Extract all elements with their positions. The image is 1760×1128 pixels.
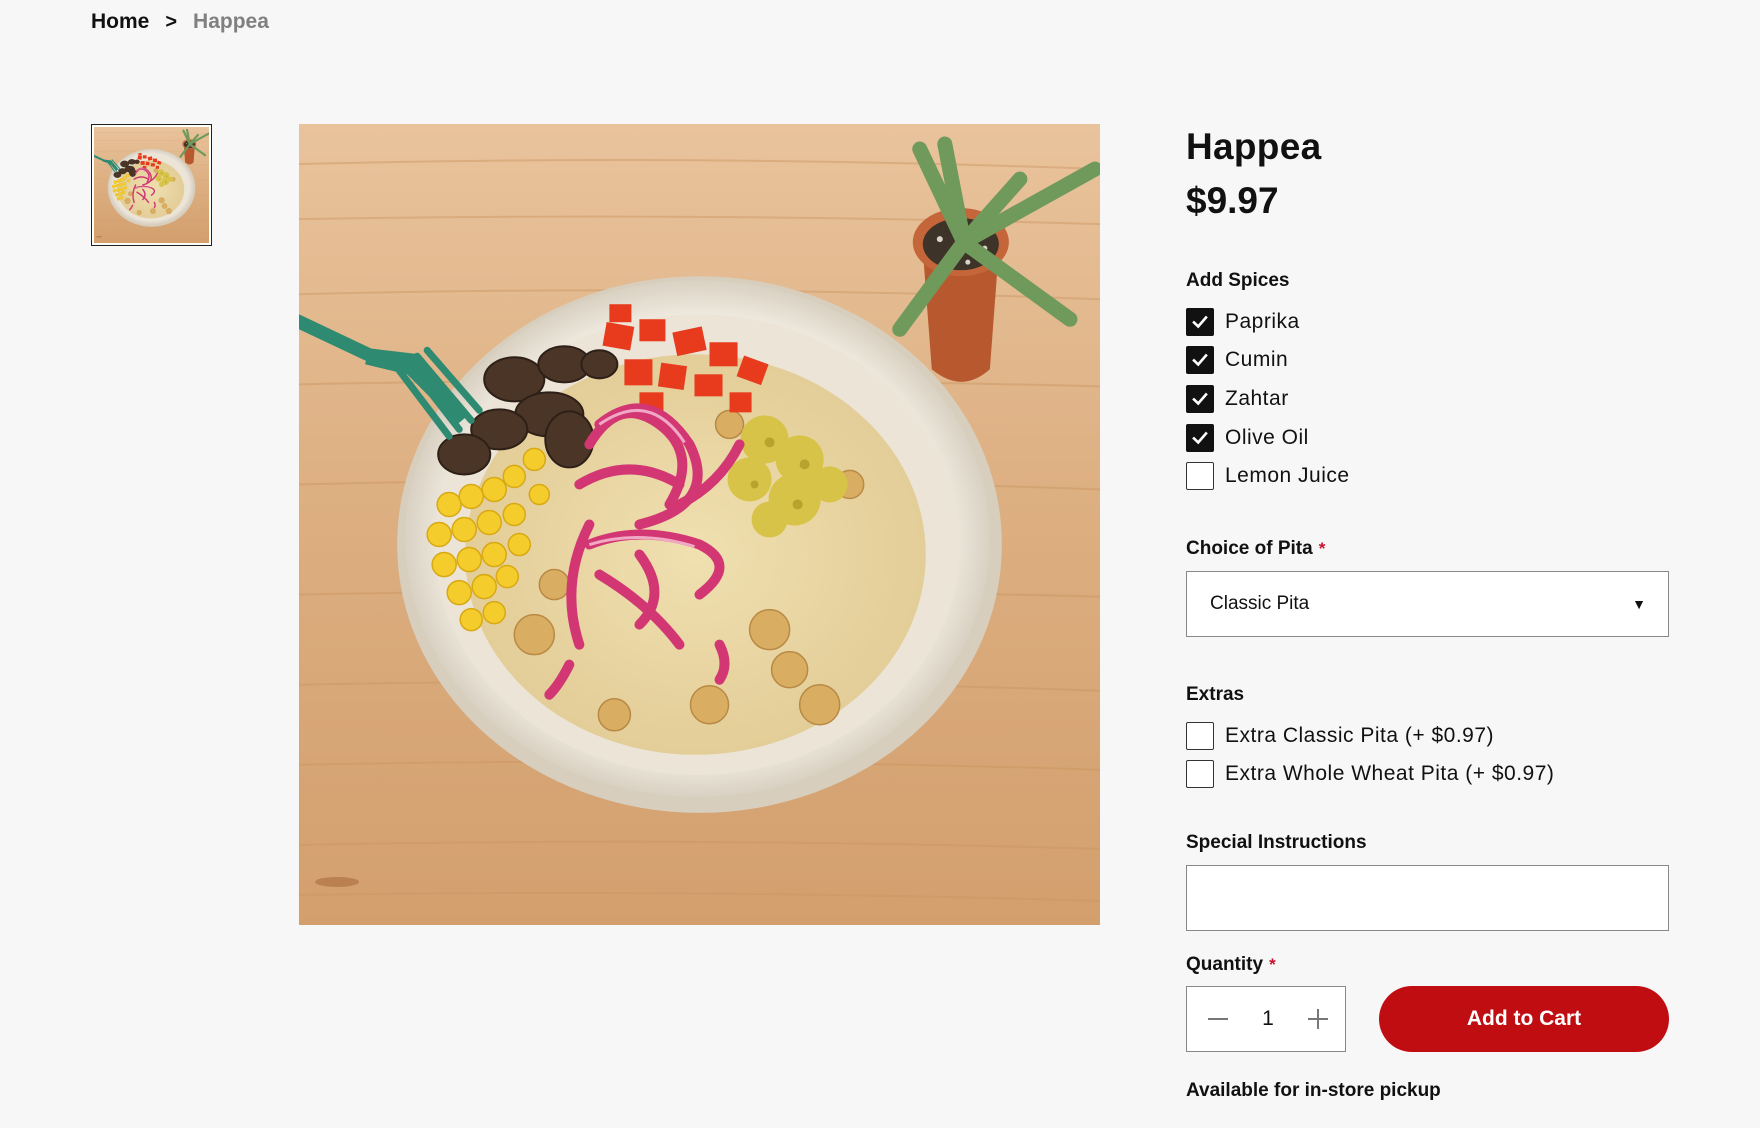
pita-selected-value: Classic Pita (1210, 593, 1310, 614)
add-to-cart-button[interactable]: Add to Cart (1379, 986, 1669, 1052)
spice-label-paprika: Paprika (1225, 309, 1300, 333)
pita-label: Choice of Pita * (1186, 538, 1669, 560)
check-icon (1192, 353, 1208, 367)
checkbox-extra-whole-wheat-pita[interactable] (1186, 760, 1214, 789)
checkbox-zahtar[interactable] (1186, 384, 1214, 413)
extra-option-classic-pita[interactable]: Extra Classic Pita (+ $0.97) (1186, 721, 1554, 750)
spice-option-zahtar[interactable]: Zahtar (1186, 384, 1350, 413)
product-thumbnail[interactable] (91, 124, 212, 246)
pita-label-text: Choice of Pita (1186, 538, 1313, 559)
spice-label-zahtar: Zahtar (1225, 386, 1289, 410)
instructions-label-text: Special Instructions (1186, 832, 1367, 853)
extras-label-text: Extras (1186, 684, 1245, 705)
product-page: Home > Happea Happea $9.97 Add Spices Pa… (0, 0, 1760, 1128)
spice-label-cumin: Cumin (1225, 348, 1289, 372)
thumbnail-image (94, 127, 209, 243)
pita-group: Choice of Pita * Classic Pita ▼ (1186, 538, 1669, 637)
quantity-label: Quantity * (1186, 954, 1669, 976)
spice-option-lemon-juice[interactable]: Lemon Juice (1186, 462, 1350, 491)
extra-label-whole-wheat-pita: Extra Whole Wheat Pita (+ $0.97) (1225, 762, 1555, 786)
product-price: $9.97 (1186, 180, 1279, 221)
checkbox-cumin[interactable] (1186, 346, 1214, 375)
required-marker: * (1318, 539, 1326, 558)
checkbox-olive-oil[interactable] (1186, 423, 1214, 452)
extras-group: Extras Extra Classic Pita (+ $0.97) Extr… (1186, 684, 1554, 799)
spices-label-text: Add Spices (1186, 270, 1290, 291)
extras-label: Extras (1186, 684, 1554, 706)
product-panel: Happea $9.97 Add Spices Paprika Cumin Za… (1186, 124, 1669, 1101)
pita-select[interactable]: Classic Pita ▼ (1186, 571, 1669, 637)
spice-option-olive-oil[interactable]: Olive Oil (1186, 423, 1350, 452)
special-instructions-input[interactable] (1186, 865, 1669, 931)
product-title: Happea (1186, 126, 1322, 167)
spice-label-lemon-juice: Lemon Juice (1225, 464, 1350, 488)
spice-option-paprika[interactable]: Paprika (1186, 307, 1350, 336)
check-icon (1192, 315, 1208, 328)
spice-label-olive-oil: Olive Oil (1225, 425, 1309, 449)
instructions-group: Special Instructions (1186, 832, 1669, 931)
hero-image (299, 124, 1100, 925)
checkbox-lemon-juice[interactable] (1186, 462, 1214, 491)
check-icon (1192, 392, 1208, 406)
pickup-note: Available for in-store pickup (1186, 1080, 1441, 1101)
extra-label-classic-pita: Extra Classic Pita (+ $0.97) (1225, 723, 1495, 747)
breadcrumb-current: Happea (193, 10, 269, 33)
instructions-label: Special Instructions (1186, 832, 1669, 854)
minus-icon[interactable] (1207, 1008, 1229, 1030)
quantity-group: Quantity * 1 Add to Cart (1186, 954, 1669, 1052)
quantity-label-text: Quantity (1186, 954, 1264, 975)
plus-icon[interactable] (1307, 1008, 1329, 1030)
check-icon (1192, 431, 1208, 444)
quantity-stepper[interactable]: 1 (1186, 986, 1346, 1052)
spice-option-cumin[interactable]: Cumin (1186, 346, 1350, 375)
chevron-right-icon: > (165, 10, 178, 33)
breadcrumb-home-link[interactable]: Home (91, 10, 149, 34)
caret-down-icon: ▼ (1632, 596, 1646, 612)
extra-option-whole-wheat-pita[interactable]: Extra Whole Wheat Pita (+ $0.97) (1186, 760, 1555, 789)
checkbox-extra-classic-pita[interactable] (1186, 721, 1214, 750)
checkbox-paprika[interactable] (1186, 307, 1214, 336)
spices-label: Add Spices (1186, 270, 1350, 292)
required-marker: * (1269, 955, 1276, 974)
spices-group: Add Spices Paprika Cumin Zahtar Olive Oi… (1186, 270, 1350, 501)
product-main-image (299, 124, 1100, 925)
breadcrumb: Home > Happea (91, 10, 269, 34)
quantity-value: 1 (1262, 1007, 1274, 1030)
